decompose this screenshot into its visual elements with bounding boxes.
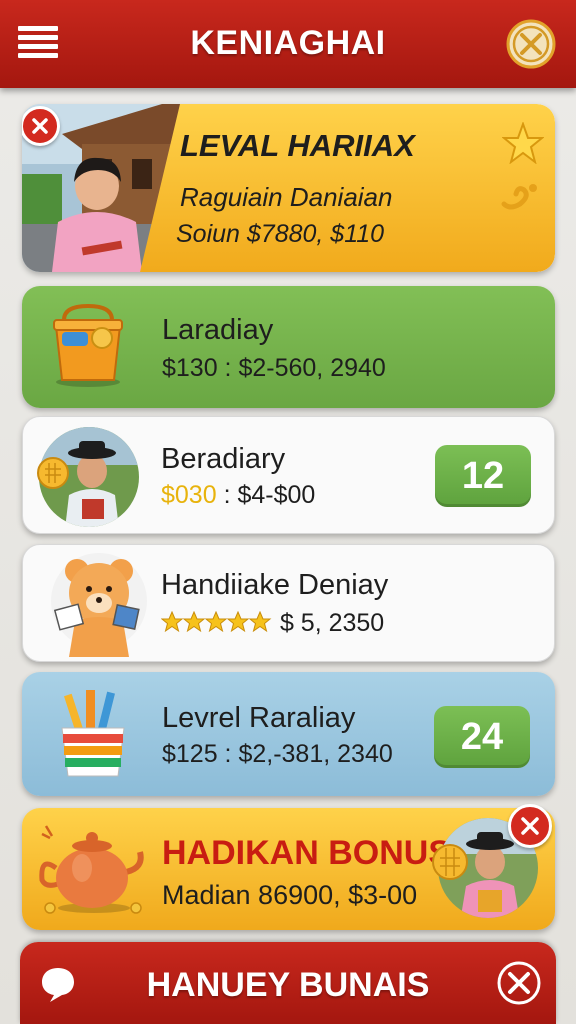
card-price: $030 : $4-$00 — [161, 481, 315, 510]
swirl-icon — [501, 184, 537, 210]
count-badge: 24 — [434, 706, 530, 768]
card-price: $125 : $2,-381, 2340 — [162, 740, 393, 768]
featured-price: Soiun $7880, $110 — [176, 220, 385, 248]
featured-subtitle: Raguiain Daniaian — [180, 182, 393, 212]
top-bar: KENIAGHAI — [0, 0, 576, 88]
bonus-card[interactable]: HADIKAN BONUS Madian 86900, $3-00 — [22, 804, 555, 930]
bottom-title: HANUEY BUNAIS — [146, 966, 430, 1004]
level-card-levrel[interactable]: Levrel Raraliay $125 : $2,-381, 2340 24 — [22, 672, 555, 796]
teapot-icon — [39, 825, 144, 914]
star-icon — [502, 122, 544, 164]
card-title: Handiiake Deniay — [161, 569, 389, 601]
card-title: Beradiary — [161, 443, 286, 475]
app-title: KENIAGHAI — [190, 24, 386, 62]
rating-stars — [160, 610, 272, 633]
featured-level-card[interactable]: LEVAL HARIIAX Raguiain Daniaian Soiun $7… — [22, 104, 555, 272]
card-title: Laradiay — [162, 314, 274, 346]
level-card-handiiake[interactable]: Handiiake Deniay $ 5, 2350 — [22, 544, 555, 662]
level-card-laradiay[interactable]: Laradiay $130 : $2-560, 2940 — [22, 286, 555, 408]
featured-title: LEVAL HARIIAX — [180, 128, 415, 163]
bonus-title: HADIKAN BONUS — [162, 834, 451, 872]
price-rest: : $4-$00 — [223, 481, 316, 509]
teddy-bear-icon — [51, 553, 147, 657]
price-highlight: $030 — [161, 481, 217, 509]
child-hat-photo — [37, 427, 139, 527]
bonus-price: Madian 86900, $3-00 — [162, 880, 418, 910]
count-badge: 12 — [435, 445, 531, 507]
bottom-bar[interactable]: HANUEY BUNAIS — [20, 942, 556, 1024]
toy-basket-icon — [53, 304, 123, 387]
card-title: Levrel Raraliay — [162, 702, 356, 734]
level-card-beradiary[interactable]: Beradiary $030 : $4-$00 12 — [22, 416, 555, 534]
bonus-close-button[interactable] — [508, 804, 552, 848]
circle-x-icon[interactable] — [496, 960, 542, 1006]
card-rating-price: $ 5, 2350 — [160, 609, 385, 638]
card-price: $130 : $2-560, 2940 — [162, 354, 386, 382]
pencil-cup-icon — [61, 690, 125, 777]
card-price: $ 5, 2350 — [279, 609, 385, 637]
close-icon[interactable] — [505, 18, 557, 70]
